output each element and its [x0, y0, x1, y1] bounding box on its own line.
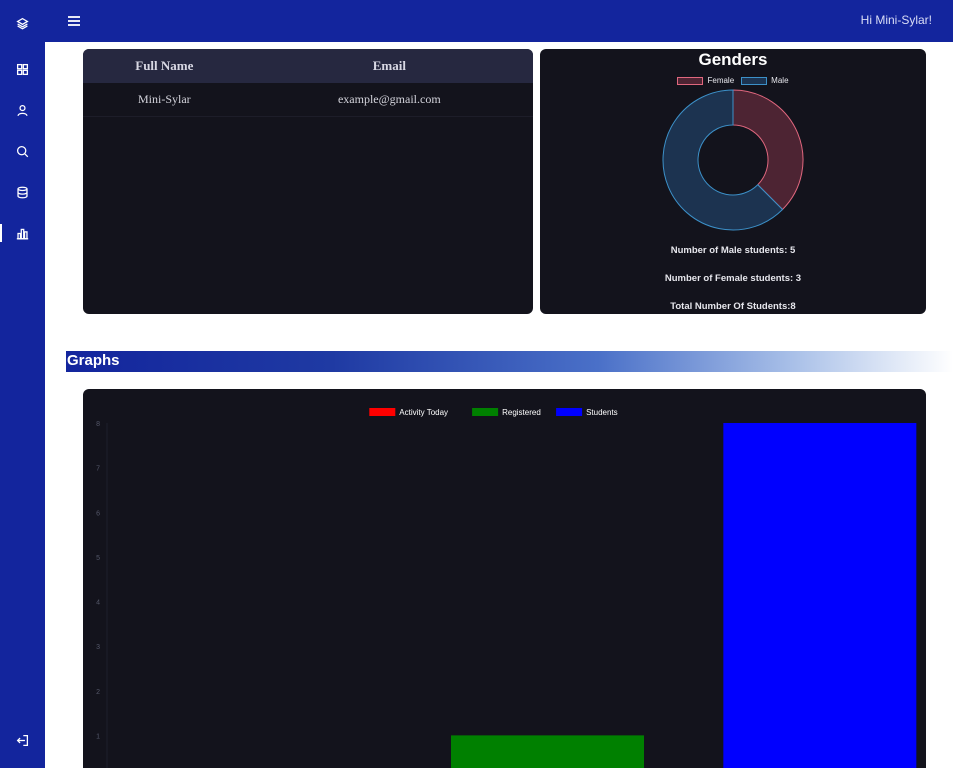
top-bar: Hi Mini-Sylar! [45, 0, 953, 42]
female-count-stat: Number of Female students: 3 [664, 273, 802, 284]
legend-swatch-male [741, 76, 768, 85]
dashboard-grid-icon[interactable] [14, 61, 31, 78]
user-icon[interactable] [14, 102, 31, 119]
y-tick-label: 4 [96, 600, 100, 607]
male-count-stat: Number of Male students: 5 [670, 245, 796, 256]
bar-registered[interactable] [451, 735, 644, 768]
column-header-email: Email [245, 49, 533, 83]
hamburger-menu-icon[interactable] [67, 13, 81, 27]
users-table: Full Name Email Mini-Sylar example@gmail… [83, 49, 533, 117]
y-tick-label: 5 [96, 555, 100, 562]
database-icon[interactable] [14, 184, 31, 201]
active-nav-indicator [0, 224, 2, 242]
genders-title: Genders [698, 50, 768, 69]
y-tick-label: 2 [96, 689, 100, 696]
total-count-stat: Total Number Of Students:8 [670, 301, 796, 312]
legend-swatch-activity-today[interactable] [369, 408, 396, 416]
cell-full-name: Mini-Sylar [83, 83, 246, 117]
genders-donut-chart [662, 89, 804, 231]
y-tick-label: 1 [96, 733, 100, 740]
y-tick-label: 7 [96, 466, 100, 473]
legend-swatch-students[interactable] [556, 408, 583, 416]
legend-label-male: Male [771, 76, 789, 85]
logout-icon[interactable] [16, 732, 30, 747]
legend-swatch-registered[interactable] [472, 408, 499, 416]
sidebar [0, 0, 45, 768]
legend-label-activity-today: Activity Today [399, 408, 448, 417]
search-icon[interactable] [14, 143, 31, 160]
bar-chart-panel: 8 7 6 5 4 3 2 1 Activity Today Registered Students [83, 389, 926, 768]
graphs-section-header: Graphs [66, 351, 953, 372]
graphs-title: Graphs [67, 352, 120, 369]
legend-swatch-female [677, 76, 704, 85]
genders-panel: Genders Female Male Number of Male stude… [540, 49, 926, 314]
genders-legend: Female Male [540, 76, 926, 85]
activity-bar-chart: 8 7 6 5 4 3 2 1 Activity Today Registered Students [96, 408, 917, 768]
legend-label-students: Students [586, 408, 618, 417]
y-tick-label: 8 [96, 421, 100, 428]
bar-chart-icon[interactable] [14, 225, 31, 242]
y-tick-label: 3 [96, 644, 100, 651]
users-table-panel: Full Name Email Mini-Sylar example@gmail… [83, 49, 533, 314]
legend-item-female[interactable]: Female [677, 76, 734, 85]
app-root: Hi Mini-Sylar! Full Name Email Mini-Syla… [0, 0, 953, 768]
y-tick-label: 6 [96, 510, 100, 517]
table-row[interactable]: Mini-Sylar example@gmail.com [83, 83, 533, 117]
column-header-full-name: Full Name [83, 49, 246, 83]
donut-slice-female[interactable] [732, 89, 804, 211]
layers-icon[interactable] [14, 15, 31, 32]
user-greeting: Hi Mini-Sylar! [860, 13, 932, 27]
cell-email: example@gmail.com [245, 83, 533, 117]
bar-students[interactable] [723, 423, 917, 768]
legend-label-registered: Registered [502, 408, 541, 417]
legend-item-male[interactable]: Male [741, 76, 789, 85]
table-header-row: Full Name Email [83, 49, 533, 83]
legend-label-female: Female [707, 76, 735, 85]
